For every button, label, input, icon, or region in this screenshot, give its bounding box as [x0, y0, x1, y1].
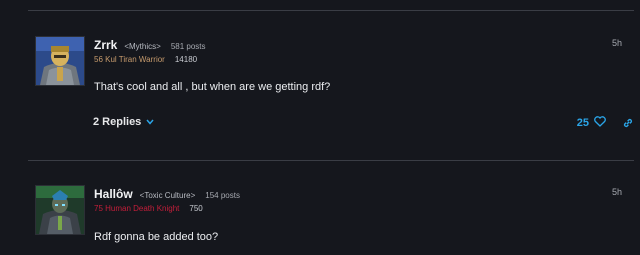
- achievement-points: 14180: [174, 55, 198, 64]
- forum-post: Zrrk <Mythics> 581 posts 56 Kul Tiran Wa…: [28, 0, 634, 150]
- post-timestamp: 5h: [611, 38, 622, 48]
- like-count: 25: [576, 117, 589, 129]
- character-info: 75 Human Death Knight: [94, 204, 180, 213]
- post-timestamp: 5h: [611, 187, 622, 197]
- forum-post: Hallôw <Toxic Culture> 154 posts 75 Huma…: [28, 160, 634, 255]
- avatar[interactable]: [35, 36, 85, 86]
- author-name[interactable]: Zrrk: [94, 38, 117, 52]
- death-knight-avatar: [36, 186, 84, 234]
- guild-tag: <Mythics>: [124, 42, 161, 51]
- post-count: 581 posts: [170, 42, 206, 51]
- like-button[interactable]: 25: [577, 116, 606, 130]
- replies-toggle[interactable]: 2 Replies: [93, 116, 154, 128]
- post-body: Rdf gonna be added too?: [94, 231, 219, 243]
- character-info: 56 Kul Tiran Warrior: [94, 55, 165, 64]
- author-line: Hallôw <Toxic Culture> 154 posts: [94, 187, 240, 201]
- character-line: 75 Human Death Knight 750: [94, 204, 203, 213]
- achievement-points: 750: [189, 204, 203, 213]
- link-icon[interactable]: [622, 116, 634, 134]
- post-count: 154 posts: [205, 191, 240, 200]
- chevron-down-icon: [146, 117, 154, 127]
- guild-tag: <Toxic Culture>: [139, 191, 196, 200]
- author-line: Zrrk <Mythics> 581 posts: [94, 38, 206, 52]
- character-line: 56 Kul Tiran Warrior 14180: [94, 55, 197, 64]
- post-body: That's cool and all , but when are we ge…: [94, 81, 331, 93]
- armored-warrior-avatar: [36, 37, 84, 85]
- avatar[interactable]: [35, 185, 85, 235]
- heart-icon: [594, 116, 606, 130]
- author-name[interactable]: Hallôw: [94, 187, 133, 201]
- replies-label: 2 Replies: [93, 116, 142, 128]
